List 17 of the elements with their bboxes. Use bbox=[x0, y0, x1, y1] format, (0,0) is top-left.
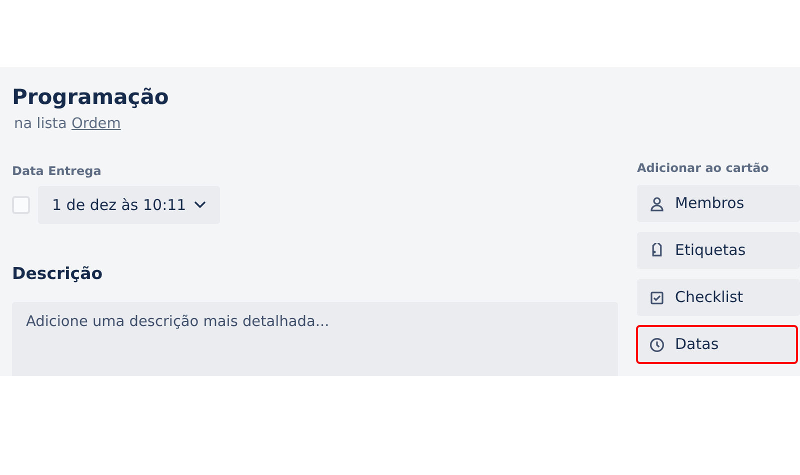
sidebar-button[interactable]: Etiquetas bbox=[637, 232, 800, 269]
card-title: Programação bbox=[12, 85, 170, 110]
sidebar-button[interactable]: Membros bbox=[637, 185, 800, 222]
list-link[interactable]: Ordem bbox=[71, 116, 121, 132]
sidebar-button[interactable]: Datas bbox=[637, 326, 797, 363]
due-date-label: Data Entrega bbox=[12, 162, 102, 180]
checkbox-icon bbox=[649, 290, 665, 306]
due-date-button[interactable]: 1 de dez às 10:11 bbox=[38, 186, 220, 224]
person-icon bbox=[649, 196, 665, 212]
sidebar-button[interactable]: Checklist bbox=[637, 279, 800, 316]
sidebar-heading: Adicionar ao cartão bbox=[637, 160, 770, 177]
chevron-down-icon bbox=[194, 201, 206, 210]
list-info: na lista Ordem bbox=[14, 115, 122, 134]
clock-icon bbox=[649, 336, 665, 352]
due-checkbox[interactable] bbox=[12, 196, 30, 214]
description-field[interactable]: Adicione uma descrição mais detalhada... bbox=[12, 302, 618, 376]
description-heading: Descrição bbox=[12, 263, 104, 286]
